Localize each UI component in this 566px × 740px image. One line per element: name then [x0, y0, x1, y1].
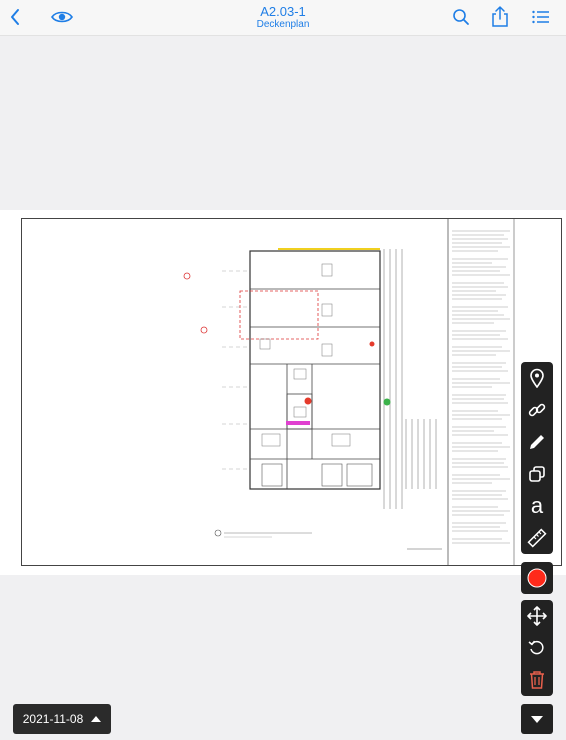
link-tool-icon [528, 403, 546, 417]
search-button[interactable] [450, 4, 472, 30]
annotation-toolbar: a [521, 362, 553, 554]
page-subtitle: Deckenplan [256, 19, 310, 30]
search-icon [453, 9, 469, 25]
chevron-left-icon [11, 9, 19, 25]
document-title: A2.03-1 Deckenplan [183, 4, 383, 31]
color-picker-icon [527, 568, 547, 588]
ruler-tool-button[interactable] [521, 522, 553, 554]
undo-button[interactable] [521, 632, 553, 664]
caret-up-icon [91, 716, 102, 722]
link-tool-button[interactable] [521, 394, 553, 426]
text-tool-icon: a [530, 493, 544, 518]
pencil-tool-button[interactable] [521, 426, 553, 458]
move-button[interactable] [521, 600, 553, 632]
date-selector-button[interactable]: 2021-11-08 [13, 704, 111, 734]
list-button[interactable] [530, 4, 552, 30]
eye-icon [51, 11, 73, 23]
undo-icon [528, 640, 544, 655]
color-toolbar [521, 562, 553, 594]
share-icon [492, 6, 508, 27]
date-label: 2021-11-08 [22, 712, 84, 726]
text-tool-button[interactable]: a [521, 490, 553, 522]
pin-tool-button[interactable] [521, 362, 553, 394]
document-page[interactable] [0, 210, 566, 575]
duplicate-tool-icon [529, 466, 545, 482]
ruler-tool-icon [527, 528, 547, 548]
pencil-tool-icon [530, 435, 544, 449]
delete-button[interactable] [521, 664, 553, 696]
duplicate-tool-button[interactable] [521, 458, 553, 490]
page-title: A2.03-1 [260, 4, 306, 19]
list-icon [532, 10, 549, 24]
pin-tool-icon [530, 368, 544, 388]
share-button[interactable] [489, 4, 511, 30]
ceiling-plan-drawing [183, 219, 515, 565]
caret-down-icon [531, 715, 543, 723]
floor-plan-drawing [21, 218, 562, 566]
color-picker-button[interactable] [521, 562, 553, 594]
move-icon [527, 606, 547, 626]
visibility-button[interactable] [50, 4, 74, 30]
top-navigation-bar: A2.03-1 Deckenplan [0, 0, 566, 36]
delete-icon [530, 671, 544, 689]
collapse-toolbar-button[interactable] [521, 704, 553, 734]
edit-toolbar [521, 600, 553, 696]
back-button[interactable] [4, 4, 26, 30]
